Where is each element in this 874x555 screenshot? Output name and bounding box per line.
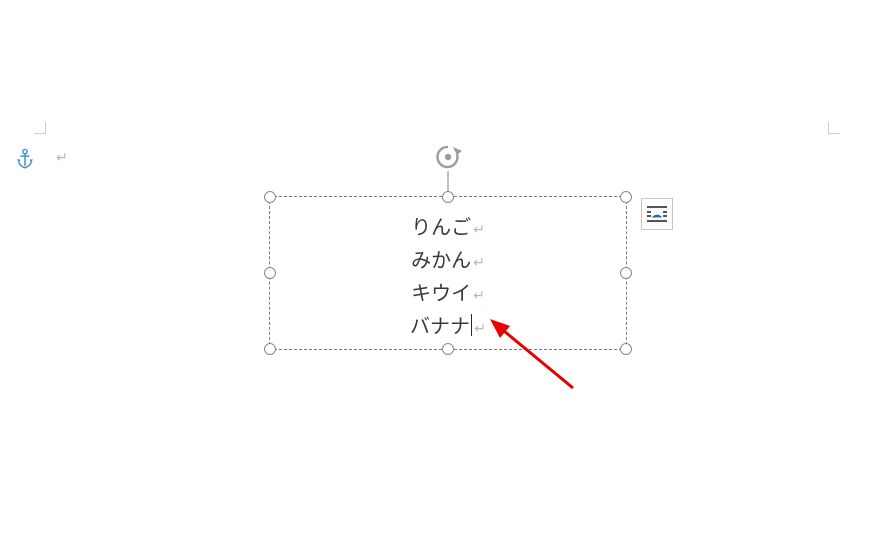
paragraph-mark: ↵ [474, 322, 486, 337]
page-margin-corner-top-left [30, 118, 46, 134]
paragraph-mark: ↵ [56, 150, 68, 167]
text-line-text: キウイ [411, 283, 471, 305]
text-line[interactable]: バナナ ↵ [280, 312, 616, 345]
text-line[interactable]: みかん↵ [280, 246, 616, 279]
text-line[interactable]: りんご↵ [280, 213, 616, 246]
text-box[interactable]: りんご↵みかん↵キウイ↵バナナ↵ [269, 196, 627, 350]
resize-handle-bottom-right[interactable] [620, 343, 632, 355]
resize-handle-middle-left[interactable] [264, 267, 276, 279]
text-line-text: みかん [411, 250, 471, 272]
paragraph-mark: ↵ [473, 223, 485, 238]
resize-handle-bottom-middle[interactable] [442, 343, 454, 355]
resize-handle-bottom-left[interactable] [264, 343, 276, 355]
layout-options-button[interactable] [641, 198, 673, 230]
text-cursor [471, 314, 472, 336]
text-line-text: りんご [411, 217, 471, 239]
resize-handle-middle-right[interactable] [620, 267, 632, 279]
rotation-handle-icon[interactable] [434, 143, 462, 171]
resize-handle-top-middle[interactable] [442, 191, 454, 203]
resize-handle-top-right[interactable] [620, 191, 632, 203]
text-line-text: バナナ [410, 316, 470, 338]
resize-handle-top-left[interactable] [264, 191, 276, 203]
paragraph-mark: ↵ [473, 289, 485, 304]
page-margin-corner-top-right [828, 118, 844, 134]
text-box-content[interactable]: りんご↵みかん↵キウイ↵バナナ↵ [270, 197, 626, 353]
text-line[interactable]: キウイ↵ [280, 279, 616, 312]
paragraph-mark: ↵ [473, 256, 485, 271]
anchor-icon[interactable] [16, 148, 34, 170]
